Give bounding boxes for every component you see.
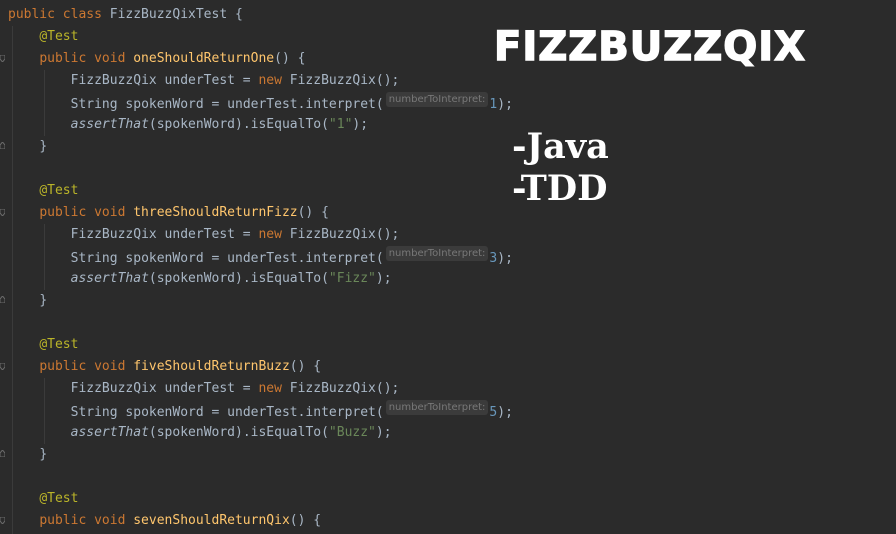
- params: () {: [274, 51, 306, 66]
- var-decl: spokenWord = underTest.interpret(: [117, 251, 384, 266]
- var-type: FizzBuzzQix: [70, 381, 157, 396]
- ctor-call: FizzBuzzQix();: [281, 381, 400, 396]
- new-keyword: new: [258, 73, 282, 88]
- class-keywords: public class: [8, 7, 102, 22]
- brace: {: [227, 7, 243, 22]
- var-type: String: [70, 251, 118, 266]
- assert-function: assertThat: [70, 271, 149, 286]
- expected-string: "Buzz": [328, 425, 376, 440]
- new-keyword: new: [258, 227, 282, 242]
- code-line[interactable]: assertThat(spokenWord).isEqualTo("Fizz")…: [8, 268, 392, 290]
- code-line[interactable]: @Test: [8, 26, 78, 48]
- code-line[interactable]: FizzBuzzQix underTest = new FizzBuzzQix(…: [8, 378, 400, 400]
- fold-icon[interactable]: [0, 209, 5, 216]
- fold-icon[interactable]: [0, 363, 5, 370]
- test-annotation: @Test: [39, 337, 79, 352]
- code-line[interactable]: String spokenWord = underTest.interpret(…: [8, 246, 513, 268]
- assert-mid: (spokenWord).isEqualTo(: [148, 117, 329, 132]
- close-call: );: [352, 117, 369, 132]
- code-line[interactable]: FizzBuzzQix underTest = new FizzBuzzQix(…: [8, 70, 400, 92]
- var-type: FizzBuzzQix: [70, 73, 157, 88]
- close-call: );: [375, 271, 392, 286]
- method-name: oneShouldReturnOne: [133, 51, 275, 66]
- close-call: );: [375, 425, 392, 440]
- close-call: );: [497, 251, 513, 266]
- fold-icon[interactable]: [0, 450, 5, 457]
- code-line[interactable]: @Test: [8, 334, 78, 356]
- code-line[interactable]: String spokenWord = underTest.interpret(…: [8, 400, 513, 422]
- var-decl: spokenWord = underTest.interpret(: [117, 405, 384, 420]
- code-line[interactable]: }: [8, 444, 47, 466]
- brace: }: [39, 139, 48, 154]
- code-line[interactable]: public void fiveShouldReturnBuzz() {: [8, 356, 321, 378]
- var-decl: spokenWord = underTest.interpret(: [117, 97, 384, 112]
- parameter-hint: numberToInterpret:: [385, 246, 489, 261]
- ctor-call: FizzBuzzQix();: [281, 73, 400, 88]
- expected-string: "1": [328, 117, 353, 132]
- editor-gutter: [0, 0, 6, 534]
- code-line[interactable]: @Test: [8, 180, 78, 202]
- var-decl: underTest =: [156, 381, 259, 396]
- method-modifiers: public void: [39, 205, 126, 220]
- assert-function: assertThat: [70, 117, 149, 132]
- fold-icon[interactable]: [0, 55, 5, 62]
- code-line[interactable]: @Test: [8, 488, 78, 510]
- assert-mid: (spokenWord).isEqualTo(: [148, 425, 329, 440]
- fold-icon[interactable]: [0, 296, 5, 303]
- close-call: );: [497, 97, 513, 112]
- parameter-hint: numberToInterpret:: [385, 92, 489, 107]
- code-editor[interactable]: public class FizzBuzzQixTest { @Test pub…: [0, 0, 896, 534]
- code-line[interactable]: public void oneShouldReturnOne() {: [8, 48, 305, 70]
- code-line[interactable]: String spokenWord = underTest.interpret(…: [8, 92, 513, 114]
- method-modifiers: public void: [39, 359, 126, 374]
- var-decl: underTest =: [156, 73, 259, 88]
- code-line[interactable]: assertThat(spokenWord).isEqualTo("1");: [8, 114, 368, 136]
- parameter-hint: numberToInterpret:: [385, 400, 489, 415]
- fold-icon[interactable]: [0, 517, 5, 524]
- code-line[interactable]: public void threeShouldReturnFizz() {: [8, 202, 329, 224]
- ctor-call: FizzBuzzQix();: [281, 227, 400, 242]
- var-decl: underTest =: [156, 227, 259, 242]
- new-keyword: new: [258, 381, 282, 396]
- method-name: threeShouldReturnFizz: [133, 205, 298, 220]
- code-line[interactable]: }: [8, 136, 47, 158]
- brace: }: [39, 293, 48, 308]
- params: () {: [289, 359, 322, 374]
- test-annotation: @Test: [39, 491, 79, 506]
- method-modifiers: public void: [39, 51, 126, 66]
- var-type: FizzBuzzQix: [70, 227, 157, 242]
- class-name: FizzBuzzQixTest: [109, 7, 228, 22]
- code-line[interactable]: FizzBuzzQix underTest = new FizzBuzzQix(…: [8, 224, 400, 246]
- var-type: String: [70, 405, 118, 420]
- var-type: String: [70, 97, 118, 112]
- fold-icon[interactable]: [0, 142, 5, 149]
- method-name: fiveShouldReturnBuzz: [133, 359, 290, 374]
- code-line[interactable]: assertThat(spokenWord).isEqualTo("Buzz")…: [8, 422, 392, 444]
- code-line[interactable]: }: [8, 290, 47, 312]
- assert-mid: (spokenWord).isEqualTo(: [148, 271, 329, 286]
- overlay-tag-tdd: -TDD: [512, 168, 608, 209]
- expected-string: "Fizz": [328, 271, 376, 286]
- close-call: );: [497, 405, 513, 420]
- test-annotation: @Test: [39, 29, 79, 44]
- overlay-tag-java: -Java: [512, 126, 609, 167]
- brace: }: [39, 447, 48, 462]
- code-line[interactable]: public void sevenShouldReturnQix() {: [8, 510, 321, 532]
- params: () {: [289, 513, 322, 528]
- assert-function: assertThat: [70, 425, 149, 440]
- params: () {: [297, 205, 329, 220]
- code-line[interactable]: public class FizzBuzzQixTest {: [8, 4, 243, 26]
- test-annotation: @Test: [39, 183, 79, 198]
- method-modifiers: public void: [39, 513, 126, 528]
- overlay-title: FIZZBUZZQIX: [493, 23, 806, 71]
- method-name: sevenShouldReturnQix: [133, 513, 290, 528]
